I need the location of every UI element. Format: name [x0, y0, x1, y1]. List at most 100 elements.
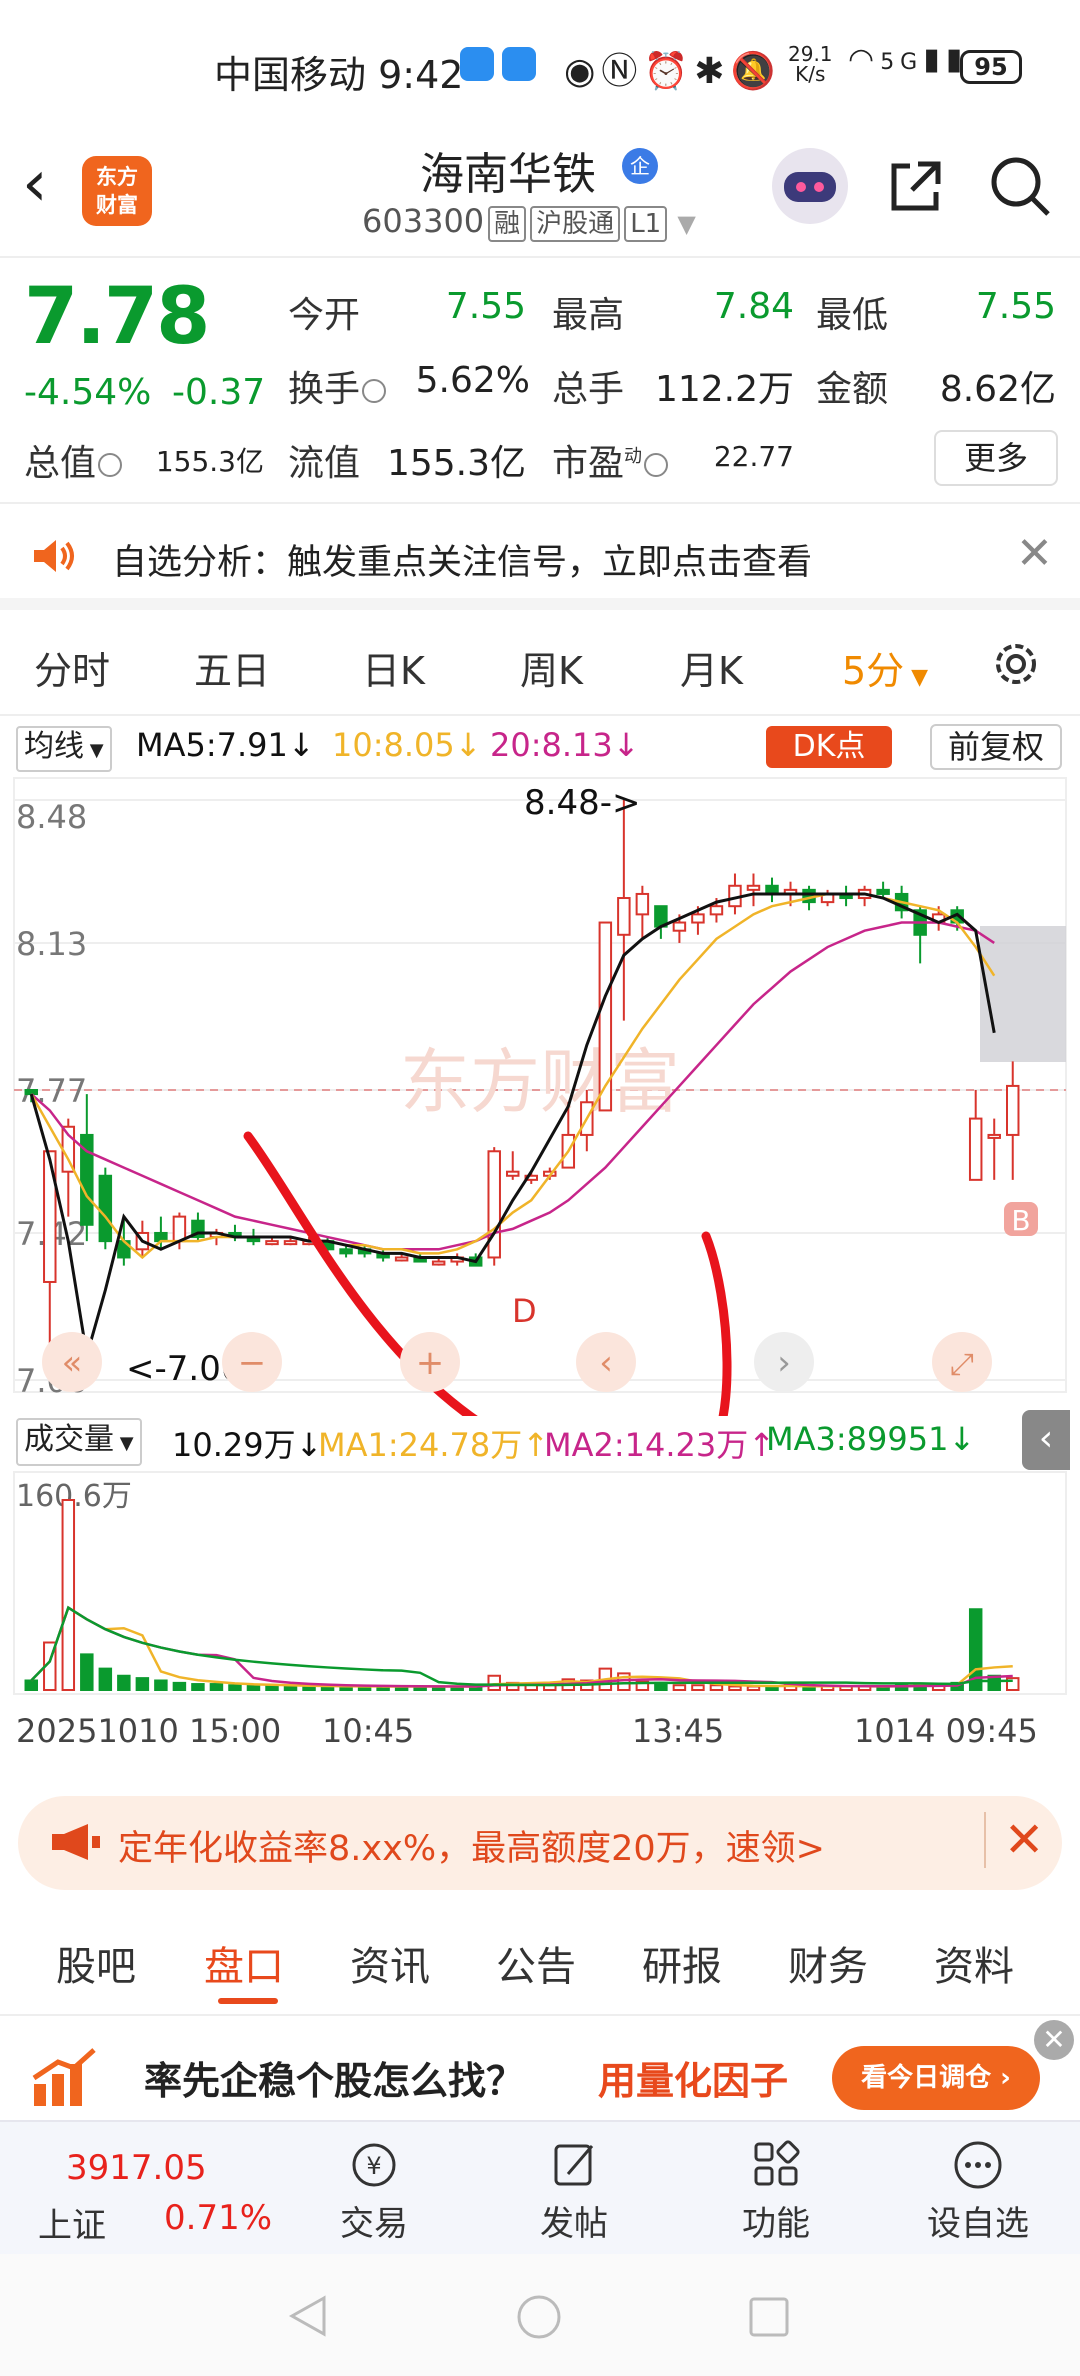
tab-research[interactable]: 研报: [642, 1934, 722, 1992]
candle-body: [672, 921, 687, 932]
dk-point-button[interactable]: DK点: [766, 726, 892, 768]
tab-forum[interactable]: 股吧: [56, 1934, 136, 1992]
back-triangle-icon[interactable]: [286, 2294, 330, 2338]
close-icon[interactable]: ✕: [1034, 2020, 1074, 2060]
volume-bar: [209, 1683, 224, 1691]
tab-announcements[interactable]: 公告: [496, 1934, 576, 1992]
tab-news[interactable]: 资讯: [350, 1934, 430, 1992]
candle-body: [968, 1117, 983, 1181]
search-icon[interactable]: [988, 154, 1052, 218]
enterprise-badge: 企: [622, 148, 658, 184]
volume-bar: [246, 1684, 261, 1691]
nav-post-label: 发帖: [540, 2204, 608, 2244]
volume-bars: [24, 1499, 1020, 1691]
net-speed: 29.1 K/s: [788, 44, 833, 84]
system-nav-bar: [0, 2254, 1080, 2376]
tab-five-day[interactable]: 五日: [194, 640, 270, 695]
high-value: 7.84: [713, 286, 794, 327]
highlight-zone: [980, 926, 1066, 1062]
volume-bar: [487, 1674, 501, 1691]
volume-select[interactable]: 成交量 ▼: [16, 1418, 142, 1466]
tab-weekly-k[interactable]: 周K: [520, 640, 583, 695]
index-name[interactable]: 上证: [38, 2198, 106, 2247]
volume-chart[interactable]: 160.6万: [0, 1470, 1080, 1710]
nav-trade-label: 交易: [340, 2204, 408, 2244]
home-circle-icon[interactable]: [516, 2294, 562, 2340]
tab-daily-k[interactable]: 日K: [362, 640, 425, 695]
pe-label: 市盈动: [552, 434, 669, 486]
candle-body: [876, 888, 890, 895]
megaphone-icon: [52, 1824, 100, 1860]
pe-superscript: 动: [624, 446, 643, 467]
candle-body: [1006, 1084, 1020, 1136]
close-icon[interactable]: ✕: [984, 1812, 1044, 1868]
stock-code-row: 603300 融沪股通 L1 ▼: [362, 202, 696, 242]
candle-body: [283, 1240, 298, 1246]
ad-cta-button[interactable]: 看今日调仓 ›: [832, 2046, 1040, 2110]
promo-banner[interactable]: 定年化收益率8.xx%，最高额度20万，速领> ✕: [18, 1796, 1062, 1890]
logo-line1: 东方: [96, 165, 138, 189]
tab-order-book[interactable]: 盘口: [204, 1934, 284, 1992]
notice-banner[interactable]: 自选分析：触发重点关注信号，立即点击查看 ✕: [0, 506, 1080, 610]
nav-functions[interactable]: 功能: [716, 2138, 836, 2245]
volume-ma-lines: [30, 1605, 1013, 1688]
volume-label: 总手: [552, 369, 625, 410]
watermark: 东方财富: [400, 1041, 680, 1123]
tab-monthly-k[interactable]: 月K: [680, 640, 743, 695]
index-value[interactable]: 3917.05: [66, 2148, 207, 2188]
info-icon[interactable]: [644, 453, 669, 477]
recents-square-icon[interactable]: [748, 2296, 790, 2338]
ad-banner[interactable]: 率先企稳个股怎么找？ 用量化因子 看今日调仓 › ✕: [0, 2016, 1080, 2120]
status-icons: [460, 42, 544, 83]
tab-profile[interactable]: 资料: [934, 1934, 1014, 1992]
candle-body: [746, 884, 761, 891]
ad-highlight: 用量化因子: [598, 2059, 789, 2103]
volume-bar: [80, 1653, 94, 1691]
y-tick-label: 8.13: [16, 925, 87, 963]
market-cap-value: 155.3亿: [155, 445, 264, 478]
gear-icon[interactable]: [988, 636, 1044, 692]
candle-body: [617, 897, 631, 936]
volume-ma1-line: [30, 1605, 1013, 1688]
network-label: 5G: [880, 50, 924, 75]
adjust-button[interactable]: 前复权: [930, 724, 1062, 770]
ma-lines: [29, 892, 996, 1356]
tab-intraday[interactable]: 分时: [34, 640, 110, 695]
stock-header: ‹ 东方 财富 海南华铁 企 603300 融沪股通 L1 ▼: [0, 130, 1080, 258]
svg-text:¥: ¥: [366, 2152, 381, 2180]
stock-name[interactable]: 海南华铁: [420, 138, 596, 202]
candle-body: [24, 1089, 38, 1096]
info-icon[interactable]: [362, 379, 387, 403]
nav-trade[interactable]: ¥ 交易: [314, 2138, 434, 2245]
collapse-panel-button[interactable]: ‹: [1022, 1410, 1070, 1470]
nav-functions-label: 功能: [742, 2204, 810, 2244]
index-change[interactable]: 0.71%: [164, 2198, 272, 2238]
chevron-right-icon: ›: [777, 1343, 791, 1383]
candle-body: [709, 905, 724, 916]
ma-select[interactable]: 均线 ▼: [16, 726, 112, 772]
share-icon[interactable]: [886, 156, 946, 216]
info-icon[interactable]: [98, 453, 123, 477]
tab-5min[interactable]: 5分 ▼: [842, 640, 928, 695]
turnover-label: 换手: [288, 360, 387, 412]
nav-add-watchlist[interactable]: 设自选: [918, 2138, 1038, 2245]
ma-select-label: 均线: [24, 729, 84, 764]
net-speed-value: 29.1: [788, 42, 833, 66]
app-logo: 东方 财富: [82, 156, 152, 226]
back-button[interactable]: ‹: [22, 152, 72, 222]
close-icon[interactable]: ✕: [1016, 528, 1053, 579]
volume-ma2: MA2:14.23万↑: [544, 1426, 776, 1464]
chevron-down-icon[interactable]: ▼: [677, 210, 695, 238]
float-cap-value: 155.3亿: [386, 443, 526, 484]
nav-post[interactable]: 发帖: [514, 2138, 634, 2245]
more-button[interactable]: 更多: [934, 430, 1058, 486]
candle-body: [339, 1248, 353, 1255]
candle-body: [691, 913, 705, 924]
volume-select-label: 成交量: [24, 1422, 114, 1457]
margin-tag: 融: [488, 206, 527, 242]
tab-finance[interactable]: 财务: [788, 1934, 868, 1992]
change-percent: -4.54%: [24, 372, 152, 413]
volume-ma3: MA3:89951↓: [766, 1420, 976, 1458]
robot-assistant-icon[interactable]: [772, 148, 848, 224]
candlestick-chart[interactable]: 东方财富 8.488.137.777.427.06 8.48-> <-7.06 …: [0, 776, 1080, 1416]
